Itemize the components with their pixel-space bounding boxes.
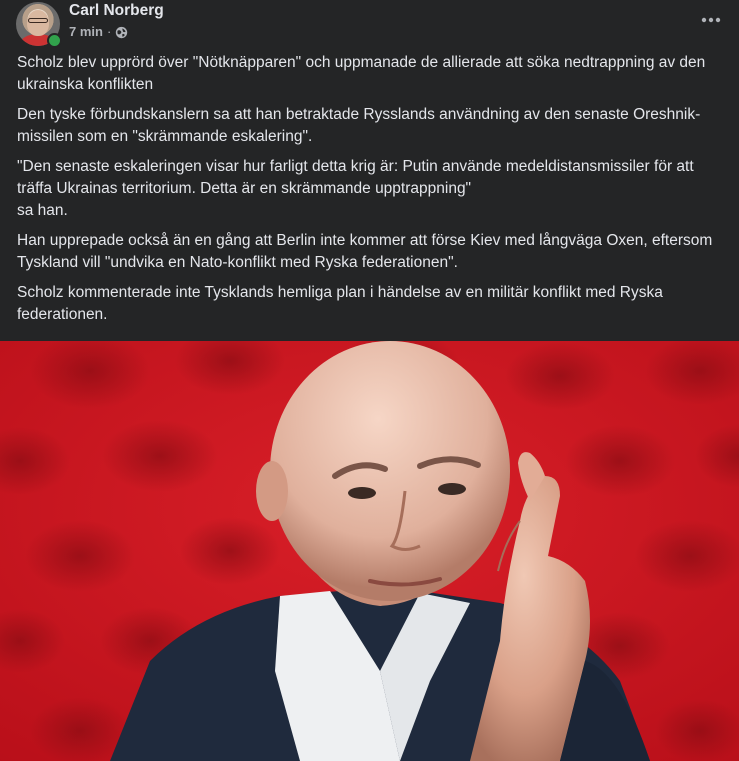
author-avatar[interactable] [16,2,62,48]
post-paragraph-2: Den tyske förbundskanslern sa att han be… [17,106,701,145]
globe-icon[interactable] [115,26,128,39]
post-paragraph-1: Scholz blev upprörd över "Nötknäpparen" … [17,54,706,93]
post-meta: 7 min · [69,24,128,40]
post-time[interactable]: 7 min [69,24,103,40]
post-header: Carl Norberg 7 min · [0,0,739,52]
post-body: Scholz blev upprörd över "Nötknäpparen" … [17,52,727,334]
person-head [270,341,510,601]
author-name[interactable]: Carl Norberg [69,2,164,20]
photo-image [0,341,739,761]
post-photo[interactable] [0,341,739,761]
post-paragraph-5: Scholz kommenterade inte Tysklands hemli… [17,284,663,323]
more-dots-icon [701,17,721,23]
post-paragraph-3: "Den senaste eskaleringen visar hur farl… [17,158,694,219]
post-paragraph-4: Han upprepade också än en gång att Berli… [17,232,713,271]
meta-separator: · [106,24,112,39]
facebook-post: Carl Norberg 7 min · Scholz blev upprörd… [0,0,739,761]
avatar-face [27,10,49,36]
online-status-dot [47,33,62,48]
avatar-glasses [28,18,48,23]
more-options-button[interactable] [695,6,727,34]
